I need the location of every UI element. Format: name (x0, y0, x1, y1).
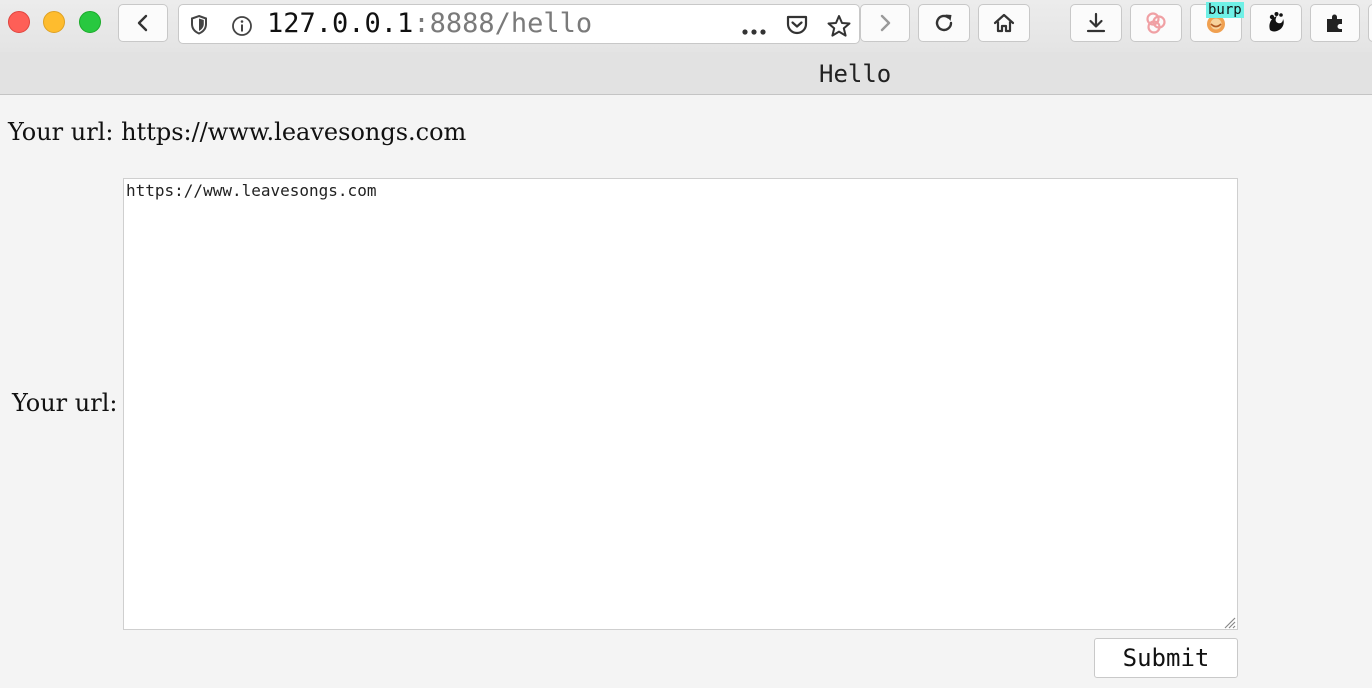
download-icon (1084, 11, 1108, 35)
download-button[interactable] (1070, 4, 1122, 42)
chevron-right-icon (875, 13, 895, 33)
ellipsis-icon[interactable] (741, 21, 767, 40)
back-button[interactable] (118, 4, 168, 42)
star-icon[interactable] (826, 14, 852, 42)
paw-icon (1263, 10, 1289, 36)
url-path: :8888/hello (413, 8, 593, 39)
home-button[interactable] (978, 4, 1030, 42)
url-host: 127.0.0.1 (267, 8, 414, 39)
url-field-label: Your url: (12, 389, 118, 417)
extension-button-1[interactable] (1130, 4, 1182, 42)
url-text: 127.0.0.1:8888/hello (267, 9, 592, 39)
chevron-left-icon (133, 13, 153, 33)
page-title-bar: Hello (0, 52, 1372, 95)
info-icon[interactable] (231, 15, 253, 41)
window-close-button[interactable] (8, 11, 30, 33)
extensions-button[interactable] (1310, 4, 1360, 42)
address-bar[interactable]: 127.0.0.1:8888/hello (178, 4, 860, 44)
browser-toolbar: 127.0.0.1:8888/hello burp (0, 0, 1372, 52)
window-maximize-button[interactable] (79, 11, 101, 33)
forward-button[interactable] (860, 4, 910, 42)
submit-button[interactable]: Submit (1094, 638, 1238, 678)
reload-icon (932, 11, 956, 35)
window-minimize-button[interactable] (43, 11, 65, 33)
url-display-line: Your url: https://www.leavesongs.com (8, 118, 467, 146)
rings-icon (1143, 10, 1169, 36)
page-title: Hello (819, 60, 892, 88)
puzzle-icon (1323, 11, 1347, 35)
overflow-button[interactable] (1368, 4, 1372, 42)
resize-grip-icon[interactable] (1222, 614, 1236, 633)
home-icon (992, 11, 1016, 35)
extension-button-3[interactable] (1250, 4, 1302, 42)
reload-button[interactable] (918, 4, 970, 42)
burp-badge: burp (1206, 2, 1244, 18)
url-textarea[interactable]: https://www.leavesongs.com (123, 178, 1238, 630)
shield-icon[interactable] (189, 14, 209, 40)
pocket-icon[interactable] (785, 14, 809, 40)
